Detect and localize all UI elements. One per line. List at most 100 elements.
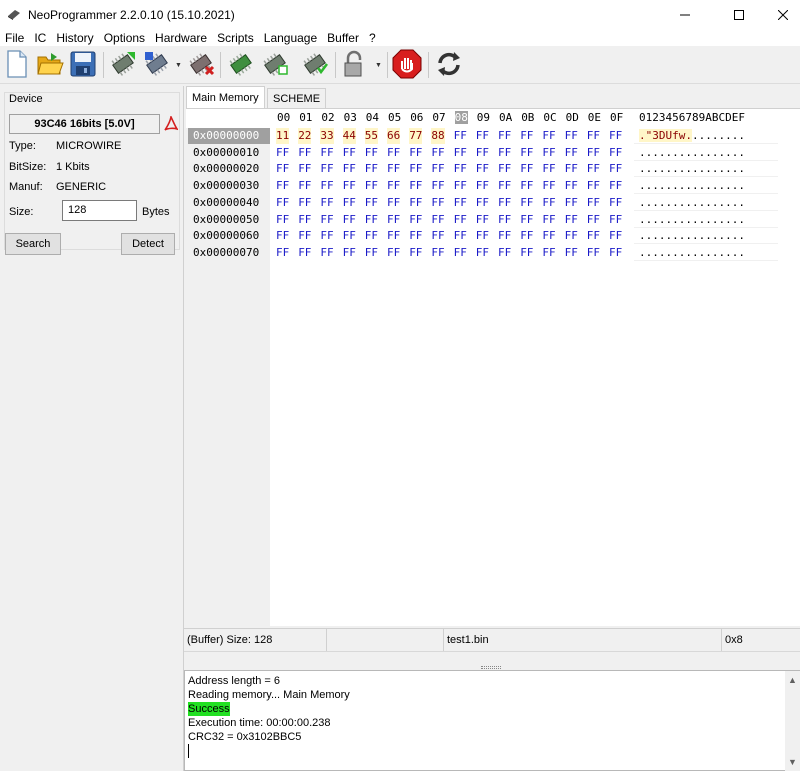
detect-button[interactable]: Detect bbox=[121, 233, 175, 255]
hex-byte[interactable]: FF bbox=[365, 212, 378, 228]
hex-byte[interactable]: FF bbox=[587, 128, 600, 144]
ascii-row[interactable]: ................ bbox=[634, 195, 778, 211]
hex-byte[interactable]: FF bbox=[431, 212, 444, 228]
hex-byte[interactable]: FF bbox=[454, 128, 467, 144]
hex-byte[interactable]: FF bbox=[587, 178, 600, 194]
hex-byte[interactable]: FF bbox=[409, 212, 422, 228]
hex-byte[interactable]: FF bbox=[609, 161, 622, 177]
hex-byte[interactable]: FF bbox=[298, 245, 311, 261]
hex-byte[interactable]: FF bbox=[542, 145, 555, 161]
menu-options[interactable]: Options bbox=[99, 30, 150, 46]
hex-byte[interactable]: FF bbox=[276, 228, 289, 244]
hex-byte[interactable]: FF bbox=[343, 245, 356, 261]
hex-byte[interactable]: FF bbox=[609, 212, 622, 228]
scroll-down-icon[interactable]: ▼ bbox=[788, 757, 797, 767]
read-chip-icon[interactable] bbox=[108, 49, 138, 79]
refresh-icon[interactable] bbox=[434, 49, 464, 79]
hex-byte[interactable]: FF bbox=[298, 195, 311, 211]
hex-byte[interactable]: FF bbox=[454, 145, 467, 161]
hex-byte[interactable]: FF bbox=[409, 178, 422, 194]
hex-byte[interactable]: FF bbox=[276, 178, 289, 194]
menu-hardware[interactable]: Hardware bbox=[150, 30, 212, 46]
menu-history[interactable]: History bbox=[51, 30, 98, 46]
hex-byte[interactable]: FF bbox=[520, 245, 533, 261]
hex-byte[interactable]: 33 bbox=[320, 128, 334, 144]
hex-byte[interactable]: FF bbox=[320, 195, 333, 211]
hex-byte[interactable]: FF bbox=[565, 228, 578, 244]
tab-scheme[interactable]: SCHEME bbox=[267, 88, 327, 108]
hex-byte[interactable]: FF bbox=[298, 228, 311, 244]
ascii-row[interactable]: ................ bbox=[634, 161, 778, 178]
log-scrollbar[interactable]: ▲ ▼ bbox=[785, 671, 800, 771]
hex-byte[interactable]: FF bbox=[520, 212, 533, 228]
hex-byte[interactable]: FF bbox=[476, 145, 489, 161]
hex-byte[interactable]: FF bbox=[542, 228, 555, 244]
auto-chip-icon[interactable] bbox=[300, 49, 330, 79]
hex-byte[interactable]: FF bbox=[520, 195, 533, 211]
hex-byte[interactable]: FF bbox=[498, 228, 511, 244]
hex-byte[interactable]: FF bbox=[365, 195, 378, 211]
hex-byte[interactable]: FF bbox=[276, 245, 289, 261]
hex-byte[interactable]: FF bbox=[454, 195, 467, 211]
hex-byte[interactable]: FF bbox=[565, 178, 578, 194]
erase-chip-icon[interactable] bbox=[186, 49, 216, 79]
tab-main-memory[interactable]: Main Memory bbox=[186, 86, 265, 108]
hex-byte[interactable]: FF bbox=[365, 245, 378, 261]
ascii-row[interactable]: ................ bbox=[634, 212, 778, 228]
hex-byte[interactable]: FF bbox=[454, 228, 467, 244]
hex-byte[interactable]: 77 bbox=[409, 128, 423, 144]
hex-byte[interactable]: FF bbox=[587, 212, 600, 228]
hex-byte[interactable]: FF bbox=[320, 245, 333, 261]
size-input[interactable]: 128 bbox=[62, 200, 137, 221]
hex-byte[interactable]: FF bbox=[587, 228, 600, 244]
write-dropdown-arrow[interactable]: ▼ bbox=[175, 62, 182, 69]
hex-byte[interactable]: FF bbox=[520, 161, 533, 177]
hex-byte[interactable]: FF bbox=[276, 195, 289, 211]
hex-byte[interactable]: FF bbox=[454, 178, 467, 194]
hex-byte[interactable]: FF bbox=[520, 145, 533, 161]
device-name[interactable]: 93C46 16bits [5.0V] bbox=[9, 114, 160, 134]
close-button[interactable] bbox=[760, 0, 800, 30]
hex-byte[interactable]: FF bbox=[298, 178, 311, 194]
menu-ic[interactable]: IC bbox=[29, 30, 51, 46]
hex-byte[interactable]: FF bbox=[542, 212, 555, 228]
hex-byte[interactable]: FF bbox=[454, 161, 467, 177]
minimize-button[interactable] bbox=[662, 0, 708, 30]
hex-byte[interactable]: FF bbox=[498, 145, 511, 161]
hex-byte[interactable]: FF bbox=[609, 245, 622, 261]
hex-byte[interactable]: FF bbox=[409, 161, 422, 177]
hex-byte[interactable]: FF bbox=[565, 128, 578, 144]
hex-byte[interactable]: FF bbox=[276, 212, 289, 228]
hex-byte[interactable]: FF bbox=[343, 145, 356, 161]
hex-byte[interactable]: FF bbox=[587, 195, 600, 211]
hex-byte[interactable]: FF bbox=[542, 195, 555, 211]
hex-byte[interactable]: FF bbox=[431, 161, 444, 177]
lock-dropdown-arrow[interactable]: ▼ bbox=[375, 62, 382, 69]
row-address[interactable]: 0x00000000 bbox=[188, 128, 270, 144]
hex-byte[interactable]: FF bbox=[431, 228, 444, 244]
hex-byte[interactable]: FF bbox=[409, 228, 422, 244]
write-chip-icon[interactable] bbox=[142, 49, 172, 79]
hex-byte[interactable]: FF bbox=[431, 145, 444, 161]
menu-scripts[interactable]: Scripts bbox=[212, 30, 259, 46]
hex-byte[interactable]: FF bbox=[343, 228, 356, 244]
hex-byte[interactable]: 11 bbox=[276, 128, 290, 144]
maximize-button[interactable] bbox=[716, 0, 762, 30]
hex-byte[interactable]: FF bbox=[320, 145, 333, 161]
menu-help[interactable]: ? bbox=[364, 30, 381, 46]
panel-splitter[interactable] bbox=[184, 651, 800, 670]
hex-byte[interactable]: FF bbox=[520, 228, 533, 244]
hex-byte[interactable]: FF bbox=[409, 245, 422, 261]
verify-chip-icon[interactable] bbox=[226, 49, 256, 79]
hex-byte[interactable]: FF bbox=[431, 178, 444, 194]
hex-byte[interactable]: FF bbox=[520, 178, 533, 194]
search-button[interactable]: Search bbox=[5, 233, 61, 255]
hex-byte[interactable]: FF bbox=[387, 212, 400, 228]
row-address[interactable]: 0x00000070 bbox=[188, 245, 270, 261]
hex-byte[interactable]: FF bbox=[476, 245, 489, 261]
ascii-row[interactable]: ................ bbox=[634, 245, 778, 261]
hex-byte[interactable]: FF bbox=[476, 178, 489, 194]
menu-language[interactable]: Language bbox=[259, 30, 322, 46]
hex-byte[interactable]: FF bbox=[542, 128, 555, 144]
hex-byte[interactable]: FF bbox=[343, 212, 356, 228]
